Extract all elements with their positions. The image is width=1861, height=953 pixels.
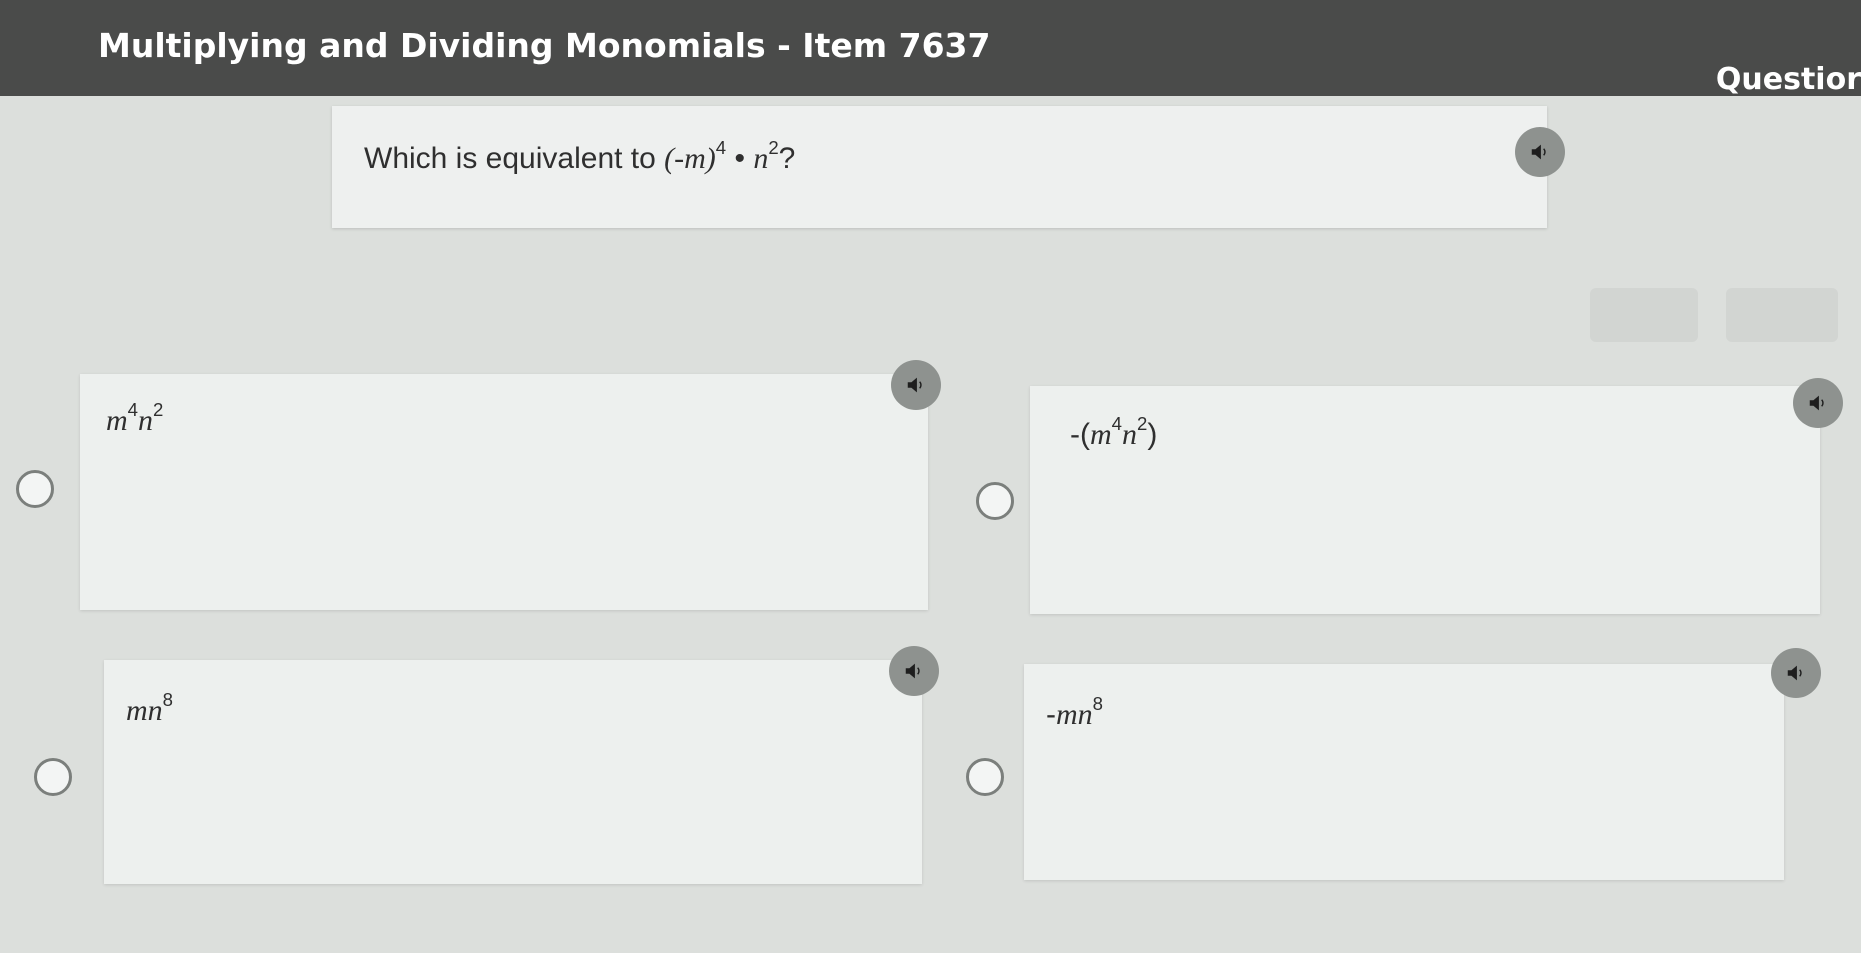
option-1-var1: m <box>106 404 128 437</box>
question-base: (-m) <box>664 142 716 175</box>
option-card-4[interactable]: -mn8 <box>1024 664 1784 880</box>
option-3-exp1: 8 <box>162 689 174 711</box>
question-text: Which is equivalent to (-m)4 • n2? <box>364 138 796 176</box>
option-4-pre: - <box>1046 698 1056 731</box>
option-radio-4[interactable] <box>966 758 1004 796</box>
question-suffix: ? <box>778 142 796 175</box>
option-text-2: -(m4n2) <box>1070 414 1158 452</box>
option-text-3: mn8 <box>126 690 173 728</box>
option-3-speaker-icon[interactable] <box>889 646 939 696</box>
title-bar: Multiplying and Dividing Monomials - Ite… <box>0 0 1861 97</box>
question-exp1: 4 <box>715 137 727 159</box>
option-card-3[interactable]: mn8 <box>104 660 922 884</box>
page-title: Multiplying and Dividing Monomials - Ite… <box>98 26 991 65</box>
toolbar-button-right[interactable] <box>1726 288 1838 342</box>
question-exp2: 2 <box>768 137 779 159</box>
option-1-var2: n <box>138 404 154 437</box>
option-1-exp2: 2 <box>153 399 164 421</box>
option-1-speaker-icon[interactable] <box>891 360 941 410</box>
question-prefix: Which is equivalent to <box>364 142 665 175</box>
option-card-2[interactable]: -(m4n2) <box>1030 386 1820 614</box>
option-card-1[interactable]: m4n2 <box>80 374 928 610</box>
option-2-exp1: 4 <box>1111 413 1122 435</box>
speaker-icon[interactable] <box>1515 127 1565 177</box>
question-dot: • <box>726 142 754 175</box>
option-radio-3[interactable] <box>34 758 72 796</box>
option-text-1: m4n2 <box>106 400 163 438</box>
option-4-speaker-icon[interactable] <box>1771 648 1821 698</box>
option-2-speaker-icon[interactable] <box>1793 378 1843 428</box>
option-2-exp2: 2 <box>1137 413 1148 435</box>
option-2-var1: m <box>1089 418 1112 451</box>
question-box: Which is equivalent to (-m)4 • n2? <box>332 106 1547 228</box>
option-radio-2[interactable] <box>976 482 1014 520</box>
option-text-4: -mn8 <box>1046 694 1103 732</box>
option-1-exp1: 4 <box>127 399 139 421</box>
option-4-exp1: 8 <box>1092 693 1104 715</box>
option-2-pre: -( <box>1070 418 1090 451</box>
option-2-var2: n <box>1122 418 1137 451</box>
option-4-var1: mn <box>1056 698 1093 731</box>
question-var: n <box>753 142 769 175</box>
option-radio-1[interactable] <box>16 470 54 508</box>
option-2-post: ) <box>1147 418 1158 451</box>
toolbar-button-left[interactable] <box>1590 288 1698 342</box>
question-label: Questior <box>1715 62 1861 97</box>
option-3-var1: mn <box>126 694 163 727</box>
